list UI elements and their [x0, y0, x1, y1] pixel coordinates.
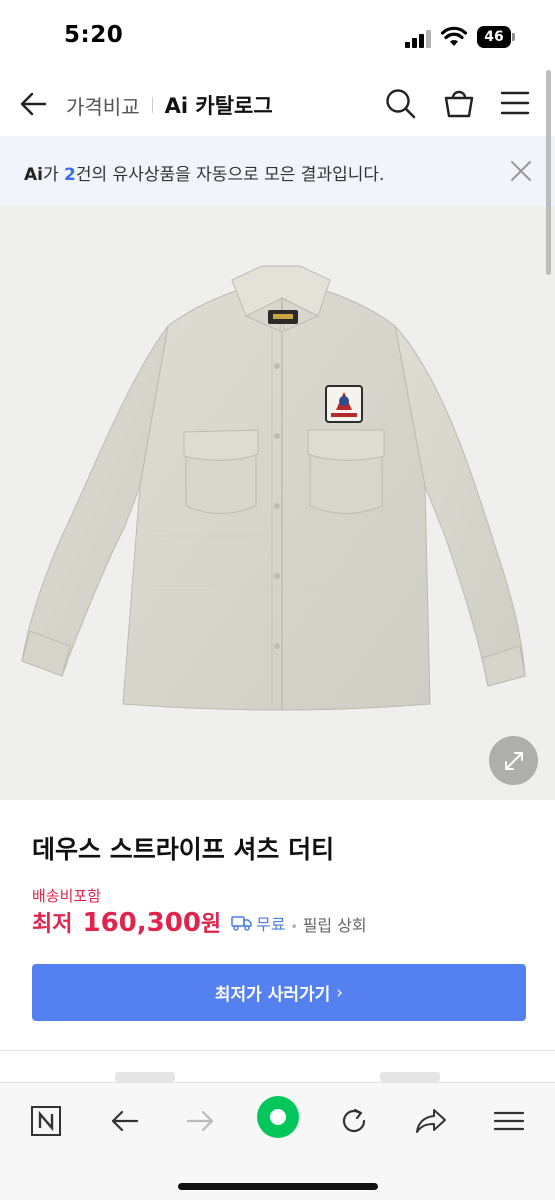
next-section-peek [0, 1072, 555, 1082]
buy-button-label: 최저가 사러가기 [214, 985, 331, 1005]
app-header: 가격비교 Ai 카탈로그 [0, 72, 555, 136]
status-bar: 5:20 46 [0, 0, 555, 72]
section-divider [0, 1050, 555, 1051]
ai-banner: Ai가 2건의 유사상품을 자동으로 모은 결과입니다. [0, 136, 555, 206]
refresh-button[interactable] [334, 1101, 374, 1141]
banner-close-button[interactable] [510, 160, 532, 182]
search-icon [386, 89, 416, 119]
back-arrow-icon [20, 92, 47, 116]
banner-prefix: 가 [42, 165, 65, 185]
product-title: 데우스 스트라이프 셔츠 더티 [32, 835, 335, 864]
search-button[interactable] [384, 87, 418, 121]
price-label: 최저 [32, 912, 73, 937]
separator-dot: • [290, 920, 298, 934]
banner-suffix: 건의 유사상품을 자동으로 모은 결과입니다. [75, 165, 385, 185]
naver-n-icon [31, 1106, 61, 1136]
share-icon [416, 1109, 446, 1133]
product-image[interactable] [0, 206, 555, 800]
menu-icon [493, 1111, 525, 1131]
price-unit: 원 [200, 912, 222, 937]
compare-tab[interactable]: 가격비교 [66, 91, 140, 120]
signal-icon [405, 30, 433, 48]
price-value: 160,300 [82, 908, 201, 938]
chevron-right-icon: › [336, 982, 344, 1003]
banner-text: Ai가 2건의 유사상품을 자동으로 모은 결과입니다. [24, 160, 384, 185]
browser-menu-button[interactable] [489, 1101, 529, 1141]
scrollbar[interactable] [546, 70, 551, 275]
battery-level: 46 [477, 26, 511, 48]
browser-back-button[interactable] [104, 1101, 144, 1141]
close-icon [511, 161, 531, 181]
expand-icon [504, 751, 523, 770]
browser-toolbar [0, 1082, 555, 1200]
header-divider [151, 97, 153, 113]
shirt-illustration [21, 265, 526, 711]
back-icon [111, 1110, 139, 1132]
share-button[interactable] [411, 1101, 451, 1141]
cart-button[interactable] [442, 86, 476, 120]
status-time: 5:20 [64, 22, 124, 48]
browser-forward-button[interactable] [181, 1101, 221, 1141]
menu-button[interactable] [499, 88, 531, 118]
home-indicator [178, 1183, 378, 1190]
seller-name[interactable]: 필립 상회 [303, 912, 367, 936]
banner-count: 2 [64, 165, 76, 185]
delivery-label: 무료 [256, 915, 286, 934]
wifi-icon [440, 26, 468, 48]
back-button[interactable] [14, 86, 52, 122]
battery-icon: 46 [477, 26, 515, 48]
expand-image-button[interactable] [489, 736, 538, 785]
green-dot-icon [257, 1096, 299, 1138]
naver-home-button[interactable] [26, 1101, 66, 1141]
ai-logo: Ai [164, 94, 189, 118]
delivery-info: 무료 [231, 911, 286, 935]
shipping-note: 배송비포함 [32, 887, 102, 905]
ai-catalog-title[interactable]: Ai 카탈로그 [165, 90, 273, 120]
buy-lowest-price-button[interactable]: 최저가 사러가기 › [32, 964, 526, 1021]
header-breadcrumb: 가격비교 Ai 카탈로그 [66, 90, 273, 120]
refresh-icon [342, 1108, 366, 1133]
shopping-bag-icon [444, 90, 474, 118]
green-dot-button[interactable] [256, 1095, 300, 1139]
truck-icon [231, 916, 252, 931]
forward-icon [186, 1110, 214, 1132]
banner-ai-logo: Ai [24, 165, 43, 185]
menu-icon [500, 91, 530, 115]
price-row: 최저 160,300 원 무료 • 필립 상회 [32, 906, 367, 938]
catalog-label: 카탈로그 [195, 94, 273, 118]
